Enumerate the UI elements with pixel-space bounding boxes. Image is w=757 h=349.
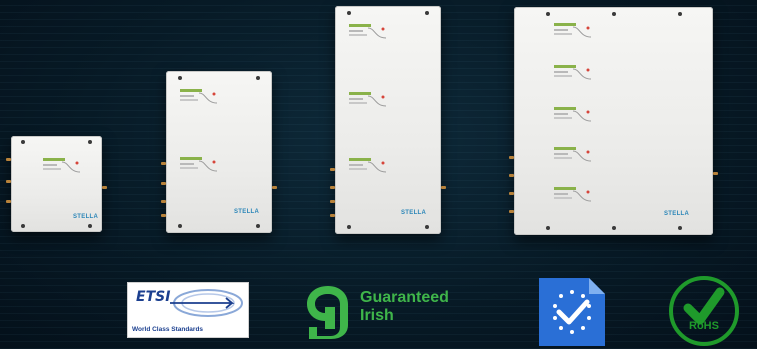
guaranteed-irish-icon <box>307 286 348 339</box>
port <box>509 210 514 213</box>
eu-compliance-document-icon <box>539 278 605 346</box>
guaranteed-irish-text: Guaranteed Irish <box>360 289 449 325</box>
port <box>6 158 11 161</box>
port <box>330 168 335 171</box>
screw <box>425 11 429 15</box>
module <box>554 23 594 43</box>
repeater-xlarge: STELLA <box>514 7 713 235</box>
screw <box>88 140 92 144</box>
screw <box>256 224 260 228</box>
port <box>161 182 166 185</box>
port <box>713 172 718 175</box>
screw <box>88 224 92 228</box>
brand-logo: STELLA <box>664 211 690 217</box>
gi-line2: Irish <box>360 307 394 324</box>
screw <box>347 11 351 15</box>
port <box>6 180 11 183</box>
rohs-label: RoHS <box>689 320 719 332</box>
screw <box>612 226 616 230</box>
module <box>180 157 220 177</box>
port <box>509 192 514 195</box>
module <box>554 107 594 127</box>
gi-line1: Guaranteed <box>360 289 449 306</box>
screw <box>546 226 550 230</box>
port <box>161 214 166 217</box>
port <box>272 186 277 189</box>
screw <box>678 12 682 16</box>
module <box>180 89 220 109</box>
brand-logo: STELLA <box>234 209 260 215</box>
port <box>102 186 107 189</box>
etsi-globe-icon <box>170 289 243 317</box>
screw <box>612 12 616 16</box>
module <box>349 158 389 178</box>
module <box>554 187 594 207</box>
module <box>349 92 389 112</box>
etsi-subtitle: World Class Standards <box>132 326 204 333</box>
module <box>349 24 389 44</box>
port <box>161 162 166 165</box>
repeater-small: STELLA <box>11 136 102 232</box>
brand-logo: STELLA <box>401 210 427 216</box>
module <box>554 65 594 85</box>
screw <box>178 76 182 80</box>
port <box>509 174 514 177</box>
repeater-large: STELLA <box>335 6 441 234</box>
brand-logo: STELLA <box>73 214 99 220</box>
screw <box>678 226 682 230</box>
etsi-word: ETSI <box>136 289 171 305</box>
repeater-medium: STELLA <box>166 71 272 233</box>
port <box>330 186 335 189</box>
port <box>330 214 335 217</box>
screw <box>21 224 25 228</box>
port <box>509 156 514 159</box>
module <box>554 147 594 167</box>
screw <box>347 225 351 229</box>
port <box>161 200 166 203</box>
port <box>6 200 11 203</box>
screw <box>546 12 550 16</box>
etsi-badge: ETSI World Class Standards <box>127 282 249 338</box>
rohs-icon <box>669 276 739 346</box>
screw <box>425 225 429 229</box>
screw <box>256 76 260 80</box>
port <box>441 186 446 189</box>
screw <box>21 140 25 144</box>
port <box>330 200 335 203</box>
module <box>43 158 83 178</box>
screw <box>178 224 182 228</box>
